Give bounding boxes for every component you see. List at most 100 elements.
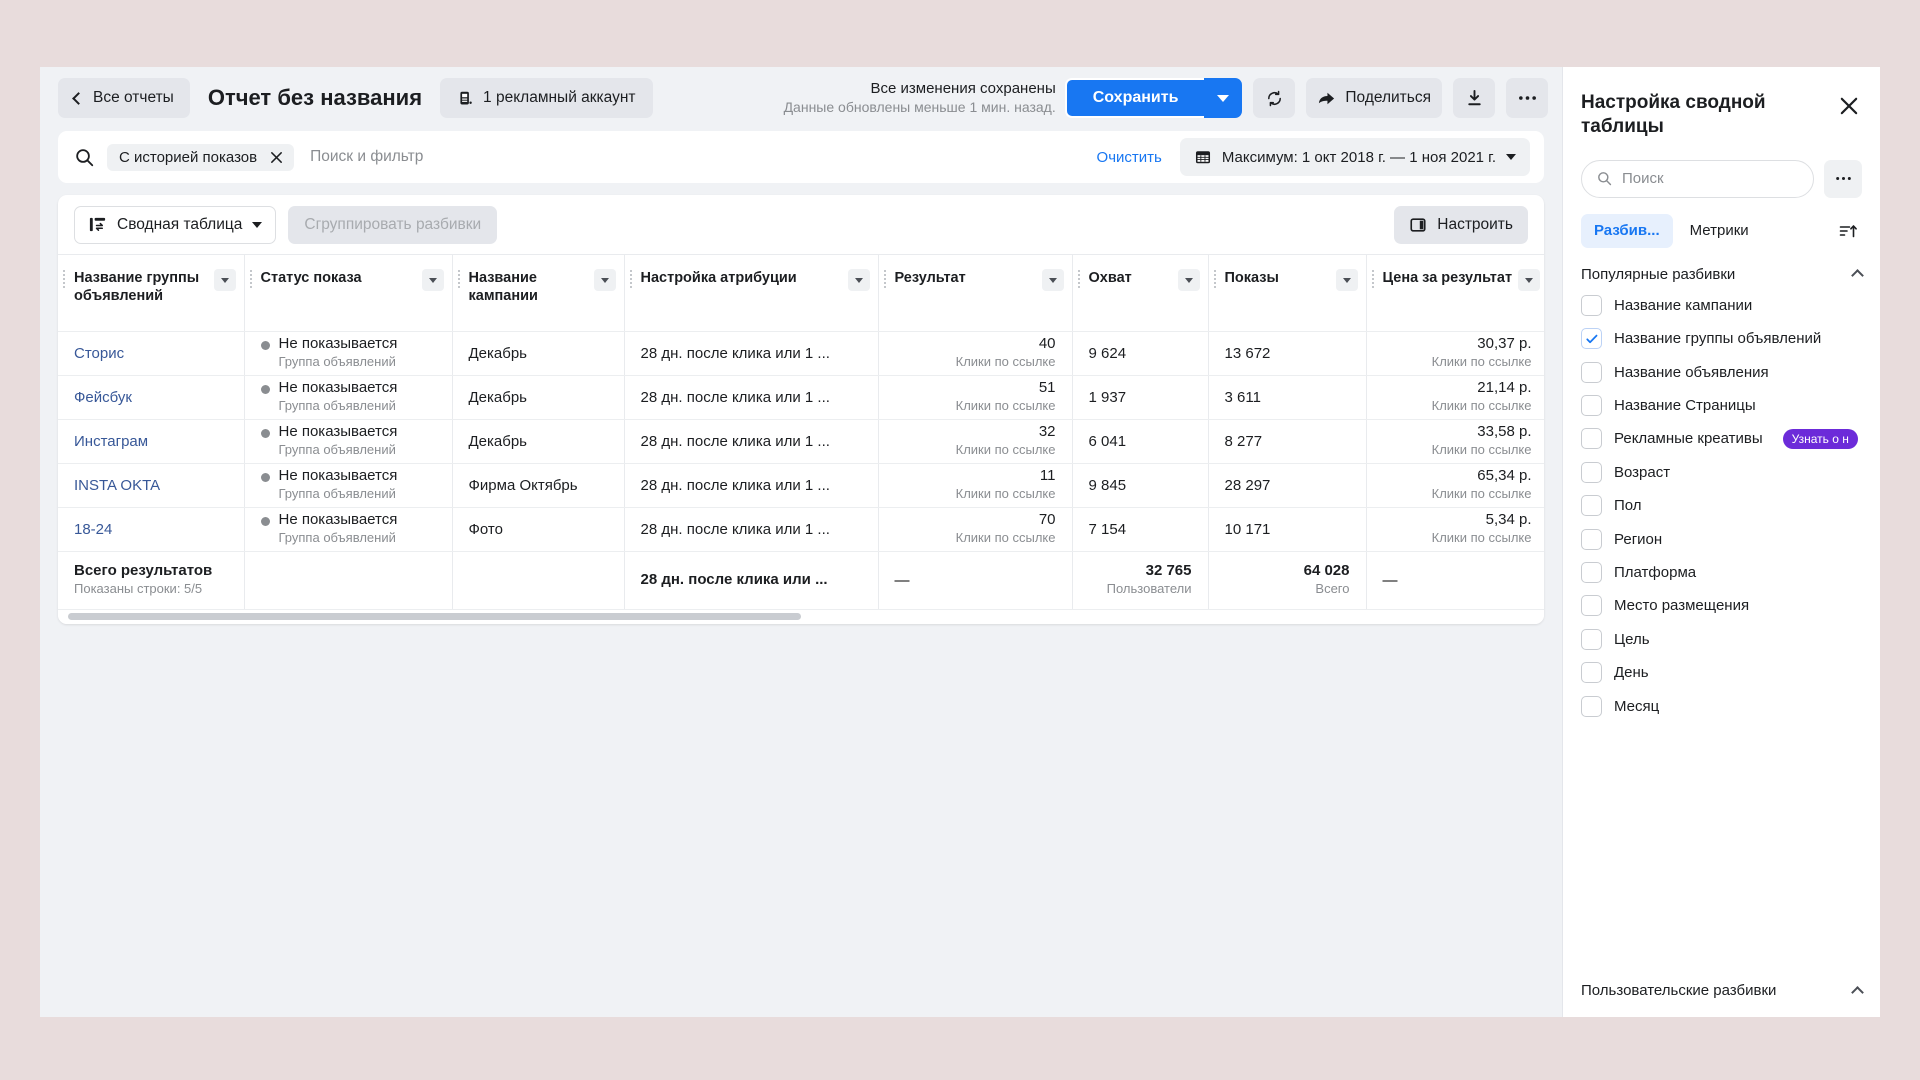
checkbox[interactable] (1581, 294, 1602, 316)
col-menu-button[interactable] (1335, 269, 1358, 291)
table-row[interactable]: Сторис Не показывается Группа объявлений (58, 331, 1544, 376)
reach-value: 7 154 (1088, 520, 1127, 538)
checkbox[interactable] (1581, 628, 1602, 650)
col-header-label: Цена за результат (1382, 270, 1513, 286)
campaign-name-text: Декабрь (468, 344, 527, 362)
list-item[interactable]: Месяц (1569, 689, 1874, 722)
table-row[interactable]: Инстаграм Не показывается Группа объявле… (58, 419, 1544, 464)
panel-search-input[interactable]: Поиск (1581, 159, 1814, 198)
checkbox[interactable] (1581, 495, 1602, 517)
checkbox[interactable] (1581, 528, 1602, 550)
panel-more-button[interactable] (1824, 159, 1862, 198)
cell-adset-name[interactable]: 18-24 (58, 507, 245, 552)
clear-filters-link[interactable]: Очистить (1097, 149, 1162, 166)
sort-button[interactable] (1834, 217, 1862, 245)
column-grip-icon[interactable] (249, 270, 252, 290)
column-grip-icon[interactable] (1077, 270, 1080, 290)
col-menu-button[interactable] (421, 269, 444, 291)
list-item[interactable]: День (1569, 656, 1874, 689)
refresh-button[interactable] (1253, 78, 1296, 118)
list-item[interactable]: Название Страницы (1569, 389, 1874, 422)
col-menu-button[interactable] (593, 269, 616, 291)
col-menu-button[interactable] (1177, 269, 1200, 291)
col-header-campaign-name[interactable]: Название кампании (452, 255, 625, 332)
share-button[interactable]: Поделиться (1306, 78, 1442, 118)
list-item[interactable]: Возраст (1569, 456, 1874, 489)
scrollbar-thumb[interactable] (68, 612, 801, 620)
checkbox[interactable] (1581, 461, 1602, 483)
new-feature-badge[interactable]: Узнать о н (1782, 428, 1858, 449)
cell-adset-name[interactable]: INSTA OKTA (58, 463, 245, 508)
column-grip-icon[interactable] (63, 270, 65, 290)
view-type-button[interactable]: Сводная таблица (74, 205, 277, 244)
checkbox[interactable] (1581, 428, 1602, 450)
close-icon[interactable] (1836, 93, 1862, 119)
status-dot-icon (260, 517, 270, 527)
col-menu-button[interactable] (213, 269, 236, 291)
column-grip-icon[interactable] (1213, 270, 1216, 290)
close-icon[interactable] (269, 150, 284, 165)
column-grip-icon[interactable] (457, 270, 460, 290)
cell-attribution: 28 дн. после клика или 1 ... (624, 375, 879, 420)
col-header-reach[interactable]: Охват (1072, 255, 1209, 332)
col-header-adset-name[interactable]: Название группы объявлений (58, 255, 245, 332)
cell-adset-name[interactable]: Сторис (58, 331, 245, 376)
active-filter-chip[interactable]: С историей показов (107, 143, 295, 171)
column-grip-icon[interactable] (883, 270, 886, 290)
checkbox[interactable] (1581, 695, 1602, 717)
panel-search-row: Поиск (1563, 140, 1880, 198)
table-row[interactable]: Фейсбук Не показывается Группа объявлени… (58, 375, 1544, 420)
adset-name-link[interactable]: 18-24 (58, 521, 244, 538)
checkbox[interactable] (1581, 595, 1602, 617)
horizontal-scrollbar[interactable] (58, 609, 1544, 624)
list-item[interactable]: Название объявления (1569, 355, 1874, 388)
checkbox[interactable] (1581, 561, 1602, 583)
date-range-picker[interactable]: Максимум: 1 окт 2018 г. — 1 ноя 2021 г. (1179, 138, 1530, 176)
column-grip-icon[interactable] (1371, 270, 1374, 290)
col-header-delivery-status[interactable]: Статус показа (244, 255, 453, 332)
list-item[interactable]: Название группы объявлений (1569, 322, 1874, 355)
download-button[interactable] (1453, 78, 1495, 118)
col-menu-button[interactable] (847, 269, 870, 291)
list-item[interactable]: Регион (1569, 522, 1874, 555)
section-popular-breakdowns[interactable]: Популярные разбивки (1563, 248, 1880, 289)
list-item[interactable]: Место размещения (1569, 589, 1874, 622)
adset-name-link[interactable]: Инстаграм (58, 433, 244, 450)
list-item[interactable]: Цель (1569, 623, 1874, 656)
adset-name-link[interactable]: Фейсбук (58, 389, 244, 406)
checkbox[interactable] (1581, 394, 1602, 416)
list-item[interactable]: Название кампании (1569, 289, 1874, 322)
save-options-button[interactable] (1204, 78, 1243, 118)
customize-button[interactable]: Настроить (1394, 205, 1528, 244)
list-item[interactable]: Пол (1569, 489, 1874, 522)
cell-adset-name[interactable]: Фейсбук (58, 375, 245, 420)
col-header-label: Охват (1088, 270, 1132, 286)
list-item[interactable]: Рекламные креативы Узнать о н (1569, 422, 1874, 455)
adset-name-link[interactable]: INSTA OKTA (58, 477, 244, 494)
table-row[interactable]: 18-24 Не показывается Группа объявлений (58, 507, 1544, 552)
col-header-attribution[interactable]: Настройка атрибуции (624, 255, 879, 332)
ad-account-chip[interactable]: 1 рекламный аккаунт (440, 78, 653, 118)
cell-adset-name[interactable]: Инстаграм (58, 419, 245, 464)
more-options-button[interactable] (1506, 78, 1548, 118)
tab-metrics[interactable]: Метрики (1677, 214, 1762, 248)
col-menu-button[interactable] (1041, 269, 1064, 291)
table-row[interactable]: INSTA OKTA Не показывается Группа объявл… (58, 463, 1544, 508)
column-grip-icon[interactable] (629, 270, 632, 290)
checkbox[interactable] (1581, 328, 1602, 350)
checkbox[interactable] (1581, 662, 1602, 684)
col-header-cost-per-result[interactable]: Цена за результат (1366, 255, 1544, 332)
search-input[interactable]: Поиск и фильтр (310, 148, 423, 166)
tab-breakdowns[interactable]: Разбив... (1581, 213, 1673, 248)
section-custom-breakdowns[interactable]: Пользовательские разбивки (1563, 968, 1880, 1017)
adset-name-link[interactable]: Сторис (58, 345, 244, 362)
col-header-impressions[interactable]: Показы (1208, 255, 1367, 332)
checkbox[interactable] (1581, 361, 1602, 383)
back-to-all-reports-button[interactable]: Все отчеты (58, 78, 190, 118)
status-dot-icon (260, 385, 270, 395)
col-menu-button[interactable] (1517, 269, 1540, 291)
col-header-result[interactable]: Результат (878, 255, 1073, 332)
totals-result-cell: — (878, 550, 1073, 610)
save-button[interactable]: Сохранить (1064, 78, 1207, 118)
list-item[interactable]: Платформа (1569, 556, 1874, 589)
